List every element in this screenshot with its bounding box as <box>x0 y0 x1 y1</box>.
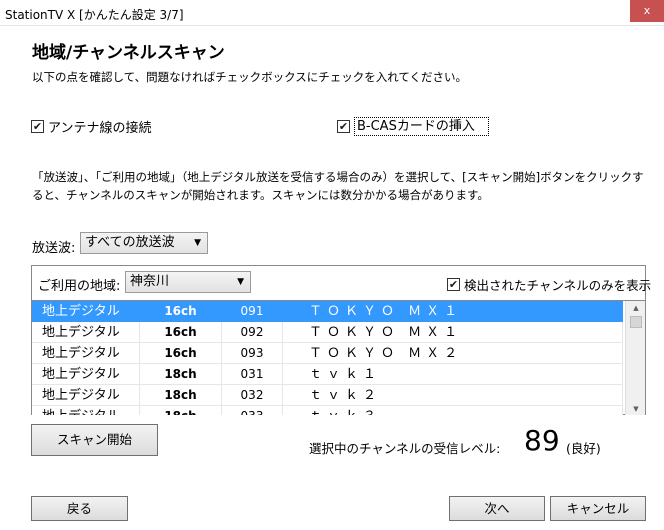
channel-row[interactable]: 地上デジタル 18ch 032 ｔｖｋ２ <box>32 384 623 406</box>
channel-type: 地上デジタル <box>32 363 140 385</box>
channel-type: 地上デジタル <box>32 321 140 343</box>
antenna-checkbox[interactable]: ✔ アンテナ線の接続 <box>31 117 151 136</box>
window-title: StationTV X [かんたん設定 3/7] <box>5 8 184 22</box>
signal-level-value: 89 <box>524 424 560 457</box>
channel-number: 092 <box>222 321 283 343</box>
detected-only-checkbox[interactable]: ✔ 検出されたチャンネルのみを表示 <box>447 275 651 294</box>
broadcast-label: 放送波: <box>32 241 76 256</box>
channel-name: ｔｖｋ１ <box>283 363 623 385</box>
channel-physical: 16ch <box>140 301 222 322</box>
scroll-up-icon[interactable]: ▲ <box>626 301 645 315</box>
broadcast-select-value: すべての放送波 <box>85 235 175 250</box>
channel-physical: 16ch <box>140 321 222 343</box>
page-title: 地域/チャンネルスキャン <box>32 43 225 63</box>
channel-row[interactable]: 地上デジタル 18ch 031 ｔｖｋ１ <box>32 363 623 385</box>
channel-number: 033 <box>222 405 283 415</box>
bcas-checkbox[interactable]: ✔ B-CASカードの挿入 <box>337 117 489 136</box>
channel-number: 032 <box>222 384 283 406</box>
channel-type: 地上デジタル <box>32 342 140 364</box>
channel-name: ｔｖｋ３ <box>283 405 623 415</box>
back-button[interactable]: 戻る <box>31 496 128 521</box>
channel-number: 091 <box>222 301 283 322</box>
cancel-button[interactable]: キャンセル <box>550 496 646 521</box>
next-button[interactable]: 次へ <box>449 496 545 521</box>
channel-physical: 16ch <box>140 342 222 364</box>
description-text: 「放送波」、「ご利用の地域」（地上デジタル放送を受信する場合のみ）を選択して、[… <box>32 170 644 202</box>
checkbox-checked-icon[interactable]: ✔ <box>31 120 44 133</box>
scroll-down-icon[interactable]: ▼ <box>626 402 645 415</box>
channel-list[interactable]: 地上デジタル 16ch 091 ＴＯＫＹＯ ＭＸ１ 地上デジタル 16ch 09… <box>32 300 645 415</box>
dropdown-arrow-icon: ▼ <box>237 277 244 287</box>
channel-row[interactable]: 地上デジタル 16ch 091 ＴＯＫＹＯ ＭＸ１ <box>32 301 623 322</box>
channel-number: 093 <box>222 342 283 364</box>
channel-row[interactable]: 地上デジタル 18ch 033 ｔｖｋ３ <box>32 405 623 415</box>
channel-name: ｔｖｋ２ <box>283 384 623 406</box>
bcas-checkbox-label: B-CASカードの挿入 <box>354 117 489 136</box>
list-scrollbar[interactable]: ▲ ▼ <box>625 301 645 415</box>
dropdown-arrow-icon: ▼ <box>194 238 201 248</box>
channel-physical: 18ch <box>140 405 222 415</box>
channel-type: 地上デジタル <box>32 301 140 322</box>
signal-quality: (良好) <box>566 441 601 456</box>
checkbox-checked-icon[interactable]: ✔ <box>337 120 350 133</box>
channel-number: 031 <box>222 363 283 385</box>
instruction-text: 以下の点を確認して、問題なければチェックボックスにチェックを入れてください。 <box>32 70 468 84</box>
channel-type: 地上デジタル <box>32 405 140 415</box>
checkbox-checked-icon[interactable]: ✔ <box>447 278 460 291</box>
region-label: ご利用の地域: <box>38 279 121 294</box>
close-icon[interactable]: x <box>630 0 664 22</box>
channel-name: ＴＯＫＹＯ ＭＸ２ <box>283 342 623 364</box>
channel-physical: 18ch <box>140 384 222 406</box>
channel-group: ご利用の地域: 神奈川 ▼ ✔ 検出されたチャンネルのみを表示 地上デジタル 1… <box>31 265 651 415</box>
channel-type: 地上デジタル <box>32 384 140 406</box>
channel-row[interactable]: 地上デジタル 16ch 092 ＴＯＫＹＯ ＭＸ１ <box>32 321 623 343</box>
detected-only-label: 検出されたチャンネルのみを表示 <box>464 278 652 293</box>
signal-level-label: 選択中のチャンネルの受信レベル: <box>309 441 501 456</box>
channel-physical: 18ch <box>140 363 222 385</box>
title-bar: StationTV X [かんたん設定 3/7] x <box>0 0 664 26</box>
channel-name: ＴＯＫＹＯ ＭＸ１ <box>283 321 623 343</box>
broadcast-select[interactable]: すべての放送波 ▼ <box>80 232 208 254</box>
region-select[interactable]: 神奈川 ▼ <box>125 271 251 293</box>
scan-start-button[interactable]: スキャン開始 <box>31 424 158 456</box>
antenna-checkbox-label: アンテナ線の接続 <box>48 121 152 136</box>
region-select-value: 神奈川 <box>130 274 170 289</box>
channel-name: ＴＯＫＹＯ ＭＸ１ <box>283 301 623 322</box>
channel-row[interactable]: 地上デジタル 16ch 093 ＴＯＫＹＯ ＭＸ２ <box>32 342 623 364</box>
scroll-thumb[interactable] <box>630 316 642 328</box>
channel-rows: 地上デジタル 16ch 091 ＴＯＫＹＯ ＭＸ１ 地上デジタル 16ch 09… <box>32 301 623 415</box>
